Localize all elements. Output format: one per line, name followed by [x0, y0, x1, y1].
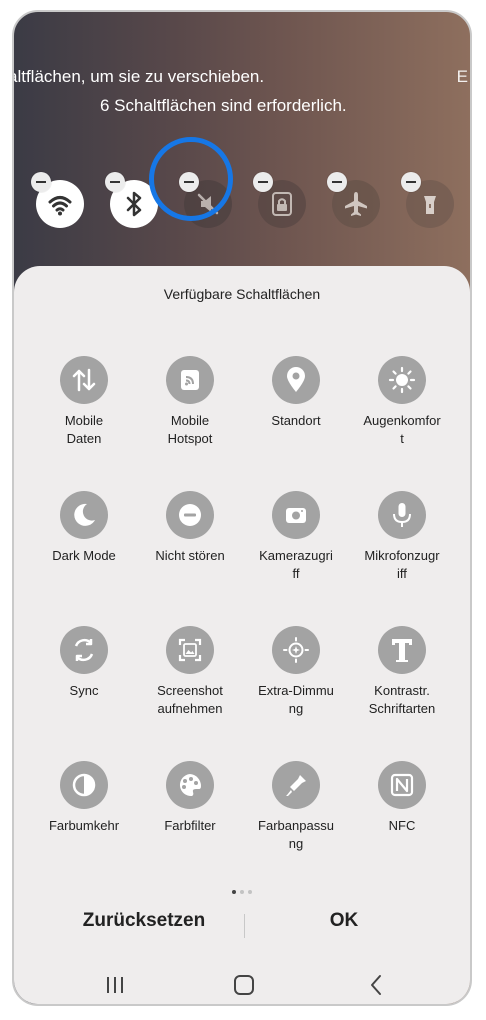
tile-label: Extra-Dimmu ng	[258, 683, 334, 716]
tile-label: Screenshot aufnehmen	[157, 683, 223, 716]
extra-dim-icon	[272, 626, 320, 674]
panel-title: Verfügbare Schaltflächen	[163, 286, 321, 302]
available-buttons-panel: Verfügbare Schaltflächen Mobile Daten Mo…	[14, 266, 470, 1004]
color-adjust-icon	[272, 761, 320, 809]
page-dot	[232, 890, 236, 894]
tile-microphone-access[interactable]: Mikrofonzugr iff	[352, 491, 452, 583]
tile-label: Farbumkehr	[48, 818, 120, 833]
tile-do-not-disturb[interactable]: Nicht stören	[140, 491, 240, 565]
back-button[interactable]	[362, 970, 392, 1000]
recents-button[interactable]	[100, 970, 130, 1000]
camera-access-icon	[272, 491, 320, 539]
location-icon	[272, 356, 320, 404]
tile-dark-mode[interactable]: Dark Mode	[34, 491, 134, 565]
tile-extra-dim[interactable]: Extra-Dimmu ng	[246, 626, 346, 718]
tile-color-filter[interactable]: Farbfilter	[140, 761, 240, 835]
page-indicator	[14, 881, 470, 899]
home-button[interactable]	[229, 970, 259, 1000]
reset-button[interactable]: Zurücksetzen	[74, 910, 214, 932]
remove-wifi-button[interactable]	[31, 172, 51, 192]
tile-nfc[interactable]: NFC	[352, 761, 452, 835]
tile-label: Kamerazugri ff	[259, 548, 333, 581]
tile-label: Sync	[69, 683, 99, 698]
tile-mobile-data[interactable]: Mobile Daten	[34, 356, 134, 448]
tile-mobile-hotspot[interactable]: Mobile Hotspot	[140, 356, 240, 448]
microphone-access-icon	[378, 491, 426, 539]
tile-screenshot[interactable]: Screenshot aufnehmen	[140, 626, 240, 718]
tile-label: Nicht stören	[155, 548, 225, 563]
tile-label: Mikrofonzugr iff	[364, 548, 440, 581]
nfc-icon	[378, 761, 426, 809]
mobile-data-icon	[60, 356, 108, 404]
tile-color-inversion[interactable]: Farbumkehr	[34, 761, 134, 835]
tile-label: NFC	[388, 818, 416, 833]
tile-color-adjust[interactable]: Farbanpassu ng	[246, 761, 346, 853]
remove-airplane-button[interactable]	[327, 172, 347, 192]
navigation-bar	[14, 962, 470, 1004]
tile-label: Mobile Hotspot	[167, 413, 213, 446]
back-icon	[371, 975, 381, 995]
highlight-ring	[149, 137, 233, 221]
color-inversion-icon	[60, 761, 108, 809]
instruction-line-1: altflächen, um sie zu verschieben.	[14, 67, 265, 86]
hotspot-icon	[166, 356, 214, 404]
do-not-disturb-icon	[166, 491, 214, 539]
dark-mode-icon	[60, 491, 108, 539]
remove-bluetooth-button[interactable]	[105, 172, 125, 192]
screenshot-icon	[166, 626, 214, 674]
contrast-font-icon	[378, 626, 426, 674]
active-buttons-area: altflächen, um sie zu verschieben. E 6 S…	[14, 12, 470, 274]
tile-label: Dark Mode	[52, 548, 116, 563]
tile-label: Kontrastr. Schriftarten	[368, 683, 436, 716]
tile-label: Farbfilter	[164, 818, 216, 833]
tile-camera-access[interactable]: Kamerazugri ff	[246, 491, 346, 583]
tile-contrast-font[interactable]: Kontrastr. Schriftarten	[352, 626, 452, 718]
color-filter-icon	[166, 761, 214, 809]
home-icon	[234, 975, 254, 995]
button-divider	[244, 914, 245, 938]
page-dot	[248, 890, 252, 894]
remove-flashlight-button[interactable]	[401, 172, 421, 192]
phone-screen: altflächen, um sie zu verschieben. E 6 S…	[12, 10, 472, 1006]
recents-icon	[107, 977, 123, 993]
tile-label: Farbanpassu ng	[258, 818, 334, 851]
tile-location[interactable]: Standort	[246, 356, 346, 430]
remove-rotation-lock-button[interactable]	[253, 172, 273, 192]
tile-label: Standort	[271, 413, 321, 428]
tile-eye-comfort[interactable]: Augenkomfor t	[352, 356, 452, 448]
tile-label: Mobile Daten	[64, 413, 104, 446]
instruction-line-2: 6 Schaltflächen sind erforderlich.	[100, 96, 347, 115]
eye-comfort-icon	[378, 356, 426, 404]
tile-label: Augenkomfor t	[363, 413, 441, 446]
instruction-edge-text: E	[456, 67, 468, 86]
page-dot	[240, 890, 244, 894]
tile-sync[interactable]: Sync	[34, 626, 134, 700]
ok-button[interactable]: OK	[304, 910, 384, 932]
sync-icon	[60, 626, 108, 674]
